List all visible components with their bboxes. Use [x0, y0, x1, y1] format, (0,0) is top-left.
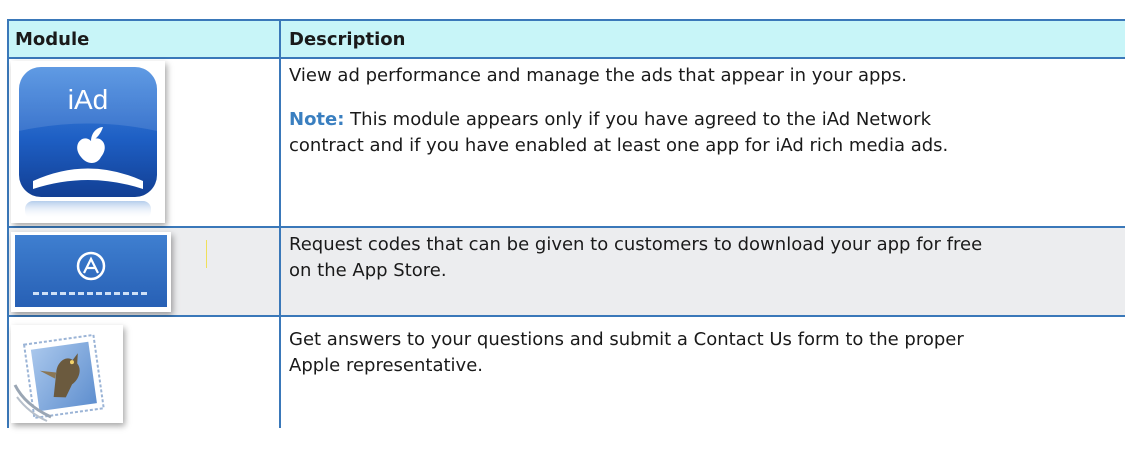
description-line: on the App Store.	[289, 260, 447, 281]
table-row: Request codes that can be given to custo…	[9, 228, 1125, 317]
note-line-2: contract and if you have enabled at leas…	[289, 135, 949, 156]
text-cursor-mark	[206, 240, 207, 268]
note-label: Note:	[289, 109, 345, 130]
iad-icon: iAd	[11, 61, 165, 223]
header-description-cell: Description	[281, 21, 1125, 57]
module-cell	[9, 317, 281, 428]
note-text: This module appears only if you have agr…	[344, 109, 931, 130]
description-cell: Get answers to your questions and submit…	[281, 317, 1125, 428]
header-module: Module	[15, 29, 90, 50]
table-row: iAd View ad performance and manage the a…	[9, 59, 1125, 228]
app-store-promo-codes-icon	[11, 232, 171, 312]
mail-contact-icon	[11, 325, 123, 423]
svg-text:iAd: iAd	[68, 84, 108, 115]
description-line: Get answers to your questions and submit…	[289, 329, 964, 350]
table-row: Get answers to your questions and submit…	[9, 317, 1125, 428]
table-header-row: Module Description	[9, 19, 1125, 59]
header-module-cell: Module	[9, 21, 281, 57]
description-cell: Request codes that can be given to custo…	[281, 228, 1125, 315]
description-line: Request codes that can be given to custo…	[289, 234, 983, 255]
header-description: Description	[289, 29, 406, 50]
modules-table: Module Description iAd View ad performan…	[7, 19, 1125, 428]
module-cell: iAd	[9, 59, 281, 226]
module-cell	[9, 228, 281, 315]
description-line: Apple representative.	[289, 355, 484, 376]
description-text: View ad performance and manage the ads t…	[289, 65, 907, 86]
description-cell: View ad performance and manage the ads t…	[281, 59, 1125, 226]
note-line-1: Note: This module appears only if you ha…	[289, 107, 1125, 133]
